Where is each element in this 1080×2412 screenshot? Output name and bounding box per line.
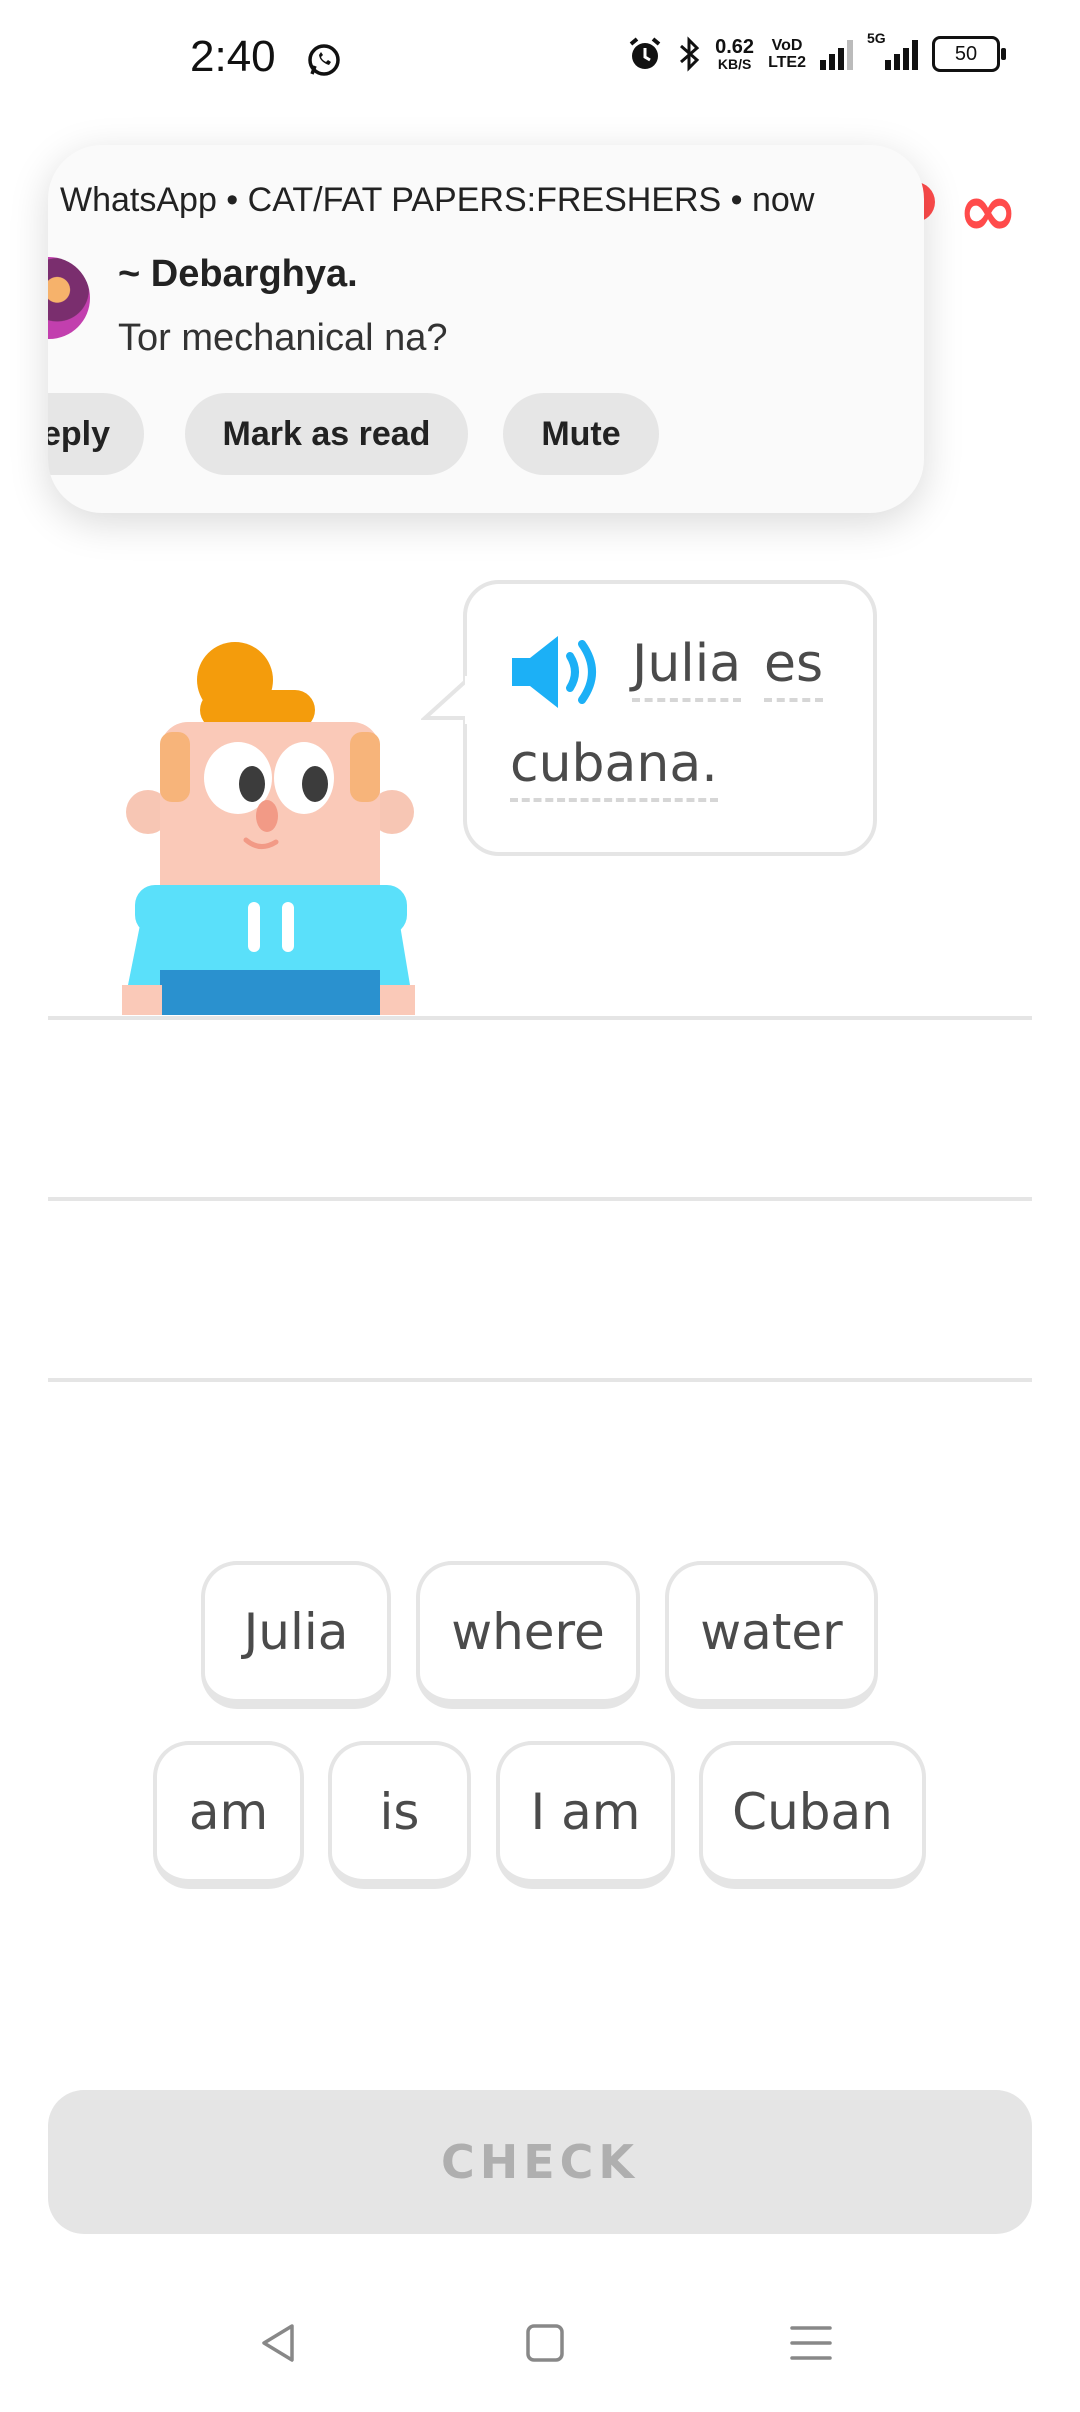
word-tile[interactable]: is bbox=[328, 1741, 471, 1889]
network-speed-unit: KB/S bbox=[717, 56, 752, 72]
word-tile[interactable]: where bbox=[416, 1561, 640, 1709]
word-tile[interactable]: Julia bbox=[201, 1561, 391, 1709]
answer-line[interactable] bbox=[48, 1197, 1032, 1201]
speech-bubble-tail bbox=[421, 676, 469, 724]
battery-icon: 50 bbox=[932, 36, 1006, 72]
mute-button[interactable]: Mute bbox=[503, 393, 659, 475]
speech-bubble bbox=[463, 580, 877, 856]
network-speed: 0.62 KB/S bbox=[715, 37, 754, 71]
avatar bbox=[48, 257, 90, 339]
answer-line[interactable] bbox=[48, 1378, 1032, 1382]
network-5g-label: 5G bbox=[867, 30, 886, 46]
character-illustration bbox=[122, 642, 415, 1015]
home-nav-icon[interactable] bbox=[520, 2318, 570, 2368]
back-nav-icon[interactable] bbox=[254, 2318, 304, 2368]
bluetooth-icon bbox=[680, 36, 700, 72]
signal-icon bbox=[820, 38, 853, 70]
status-bar: 2:40 0.62 KB/S VoD LTE2 5G 50 bbox=[0, 0, 1080, 120]
volte-indicator: VoD LTE2 bbox=[768, 37, 806, 71]
menu-nav-icon[interactable] bbox=[786, 2318, 836, 2368]
status-icons: 0.62 KB/S VoD LTE2 5G 50 bbox=[627, 30, 1006, 72]
answer-line[interactable] bbox=[48, 1016, 1032, 1020]
word-tile[interactable]: I am bbox=[496, 1741, 675, 1889]
word-tile[interactable]: water bbox=[665, 1561, 878, 1709]
whatsapp-icon bbox=[308, 44, 340, 76]
prompt-word[interactable]: es bbox=[764, 636, 824, 702]
word-tile[interactable]: am bbox=[153, 1741, 304, 1889]
speaker-icon[interactable] bbox=[508, 632, 604, 712]
reply-button[interactable]: eply bbox=[48, 393, 144, 475]
volte-bottom: LTE2 bbox=[768, 54, 806, 71]
volte-top: VoD bbox=[771, 37, 803, 54]
status-time: 2:40 bbox=[190, 32, 276, 81]
word-tile[interactable]: Cuban bbox=[699, 1741, 926, 1889]
prompt-word[interactable]: Julia bbox=[632, 636, 742, 702]
alarm-icon bbox=[629, 37, 661, 69]
check-button[interactable]: CHECK bbox=[48, 2090, 1032, 2234]
signal-5g-icon: 5G bbox=[867, 30, 918, 70]
notification-message: Tor mechanical na? bbox=[118, 317, 448, 359]
whatsapp-notification[interactable]: WhatsApp • CAT/FAT PAPERS:FRESHERS • now… bbox=[48, 145, 924, 513]
notification-sender: ~ Debarghya. bbox=[118, 253, 358, 295]
notification-header: WhatsApp • CAT/FAT PAPERS:FRESHERS • now bbox=[60, 181, 815, 219]
network-speed-value: 0.62 bbox=[715, 36, 755, 58]
infinity-hearts[interactable]: ∞ bbox=[958, 168, 1018, 252]
prompt-word[interactable]: cubana. bbox=[510, 736, 718, 802]
mark-as-read-button[interactable]: Mark as read bbox=[185, 393, 468, 475]
